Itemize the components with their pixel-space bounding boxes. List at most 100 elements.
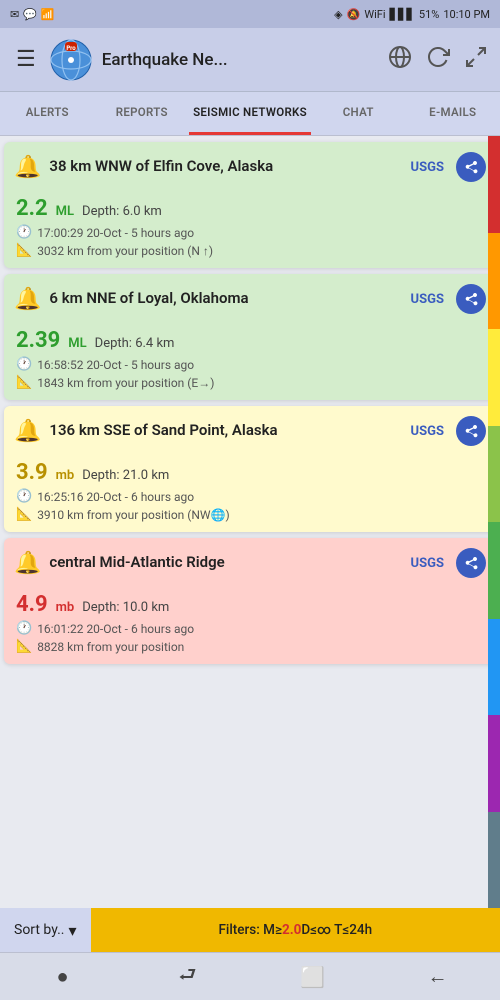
app-bar: ☰ Pro Earthquake Ne... [0, 28, 500, 92]
location-4: central Mid-Atlantic Ridge [49, 553, 402, 573]
card-body-1: 2.2 ML Depth: 6.0 km 🕐 17:00:29 20-Oct -… [4, 190, 496, 268]
strip-green [488, 522, 500, 619]
share-button-2[interactable] [456, 284, 486, 314]
clock-icon-1: 🕐 [16, 225, 32, 240]
filter-label: Filters: M≥2.0 D≤∞ T≤24h [91, 908, 500, 952]
location-3: 136 km SSE of Sand Point, Alaska [49, 421, 402, 441]
mail-icon: ✉ [10, 8, 19, 21]
hamburger-button[interactable]: ☰ [12, 43, 40, 76]
alert-icon-1: 🔔 [14, 155, 41, 180]
home-button[interactable]: ⬜ [283, 953, 343, 1000]
clock-icon-4: 🕐 [16, 621, 32, 636]
source-1: USGS [411, 160, 444, 175]
location-1: 38 km WNW of Elfin Cove, Alaska [49, 157, 402, 177]
strip-yellow [488, 329, 500, 426]
back-button[interactable]: ← [408, 953, 468, 1000]
app-title: Earthquake Ne... [102, 50, 378, 70]
sort-filter-bar: Sort by.. ▾ Filters: M≥2.0 D≤∞ T≤24h [0, 908, 500, 952]
magnitude-value-1: 2.2 [16, 196, 48, 221]
signal-bars: ▋▋▋ [390, 8, 415, 21]
magnitude-row-1: 2.2 ML Depth: 6.0 km [16, 196, 484, 221]
time-row-4: 🕐 16:01:22 20-Oct - 6 hours ago [16, 621, 484, 636]
bottom-nav: ● ⮐ ⬜ ← [0, 952, 500, 1000]
magnitude-type-2: ML [68, 336, 86, 351]
app-logo: Pro [50, 39, 92, 81]
source-2: USGS [411, 292, 444, 307]
depth-4: Depth: 10.0 km [82, 600, 169, 615]
depth-1: Depth: 6.0 km [82, 204, 162, 219]
battery-level: 51% [419, 8, 439, 21]
share-button-4[interactable] [456, 548, 486, 578]
magnitude-value-3: 3.9 [16, 460, 48, 485]
dot-icon: ● [56, 964, 68, 989]
magnitude-row-2: 2.39 ML Depth: 6.4 km [16, 328, 484, 353]
magnitude-row-3: 3.9 mb Depth: 21.0 km [16, 460, 484, 485]
routing-icon: ⮐ [179, 960, 197, 994]
sms-icon: 💬 [23, 8, 37, 21]
tab-alerts[interactable]: ALERTS [0, 92, 95, 135]
tab-emails[interactable]: E-MAILS [406, 92, 500, 135]
sort-by-label: Sort by.. [14, 922, 65, 938]
alert-icon-4: 🔔 [14, 551, 41, 576]
alert-icon-2: 🔔 [14, 287, 41, 312]
strip-light-green [488, 426, 500, 523]
card-body-3: 3.9 mb Depth: 21.0 km 🕐 16:25:16 20-Oct … [4, 454, 496, 532]
distance-row-4: 📐 8828 km from your position [16, 639, 484, 654]
alert-icon-3: 🔔 [14, 419, 41, 444]
tab-bar: ALERTS REPORTS SEISMIC NETWORKS CHAT E-M… [0, 92, 500, 136]
magnitude-value-2: 2.39 [16, 328, 60, 353]
status-right: ◈ 🔕 WiFi ▋▋▋ 51% 10:10 PM [334, 8, 490, 21]
clock-time: 10:10 PM [443, 8, 490, 21]
earthquake-card-3: 🔔 136 km SSE of Sand Point, Alaska USGS … [4, 406, 496, 532]
strip-red [488, 136, 500, 233]
status-left-icons: ✉ 💬 📶 [10, 8, 55, 21]
strip-orange [488, 233, 500, 330]
strip-blue [488, 619, 500, 716]
strip-purple [488, 715, 500, 812]
color-strip [488, 136, 500, 908]
dot-button[interactable]: ● [33, 953, 93, 1000]
card-header-3: 🔔 136 km SSE of Sand Point, Alaska USGS [4, 406, 496, 454]
magnitude-type-4: mb [56, 600, 75, 615]
refresh-icon[interactable] [426, 45, 450, 74]
globe-icon[interactable] [388, 45, 412, 74]
clock-icon-3: 🕐 [16, 489, 32, 504]
distance-row-2: 📐 1843 km from your position (E→) [16, 375, 484, 390]
card-body-4: 4.9 mb Depth: 10.0 km 🕐 16:01:22 20-Oct … [4, 586, 496, 664]
magnitude-row-4: 4.9 mb Depth: 10.0 km [16, 592, 484, 617]
time-row-1: 🕐 17:00:29 20-Oct - 5 hours ago [16, 225, 484, 240]
card-header-2: 🔔 6 km NNE of Loyal, Oklahoma USGS [4, 274, 496, 322]
earthquake-list: 🔔 38 km WNW of Elfin Cove, Alaska USGS 2… [0, 136, 500, 908]
depth-3: Depth: 21.0 km [82, 468, 169, 483]
clock-icon-2: 🕐 [16, 357, 32, 372]
chevron-down-icon: ▾ [69, 921, 77, 940]
share-button-3[interactable] [456, 416, 486, 446]
card-header-1: 🔔 38 km WNW of Elfin Cove, Alaska USGS [4, 142, 496, 190]
status-bar: ✉ 💬 📶 ◈ 🔕 WiFi ▋▋▋ 51% 10:10 PM [0, 0, 500, 28]
time-row-2: 🕐 16:58:52 20-Oct - 5 hours ago [16, 357, 484, 372]
card-header-4: 🔔 central Mid-Atlantic Ridge USGS [4, 538, 496, 586]
earthquake-card-2: 🔔 6 km NNE of Loyal, Oklahoma USGS 2.39 … [4, 274, 496, 400]
svg-text:Pro: Pro [66, 45, 76, 52]
share-button-1[interactable] [456, 152, 486, 182]
time-row-3: 🕐 16:25:16 20-Oct - 6 hours ago [16, 489, 484, 504]
compass-icon-2: 📐 [16, 375, 32, 390]
routing-button[interactable]: ⮐ [158, 953, 218, 1000]
filter-magnitude: 2.0 [282, 922, 301, 938]
mute-icon: 🔕 [347, 8, 361, 21]
expand-icon[interactable] [464, 45, 488, 74]
tab-reports[interactable]: REPORTS [95, 92, 190, 135]
tab-chat[interactable]: CHAT [311, 92, 406, 135]
card-body-2: 2.39 ML Depth: 6.4 km 🕐 16:58:52 20-Oct … [4, 322, 496, 400]
filter-prefix: Filters: M≥ [218, 922, 282, 938]
source-3: USGS [411, 424, 444, 439]
app-bar-actions [388, 45, 488, 74]
tab-seismic-networks[interactable]: SEISMIC NETWORKS [189, 92, 311, 135]
strip-grey [488, 812, 500, 909]
distance-row-1: 📐 3032 km from your position (N ↑) [16, 243, 484, 258]
depth-2: Depth: 6.4 km [95, 336, 175, 351]
sort-by-button[interactable]: Sort by.. ▾ [0, 908, 91, 952]
square-icon: ⬜ [300, 965, 325, 989]
earthquake-card-4: 🔔 central Mid-Atlantic Ridge USGS 4.9 mb… [4, 538, 496, 664]
magnitude-value-4: 4.9 [16, 592, 48, 617]
